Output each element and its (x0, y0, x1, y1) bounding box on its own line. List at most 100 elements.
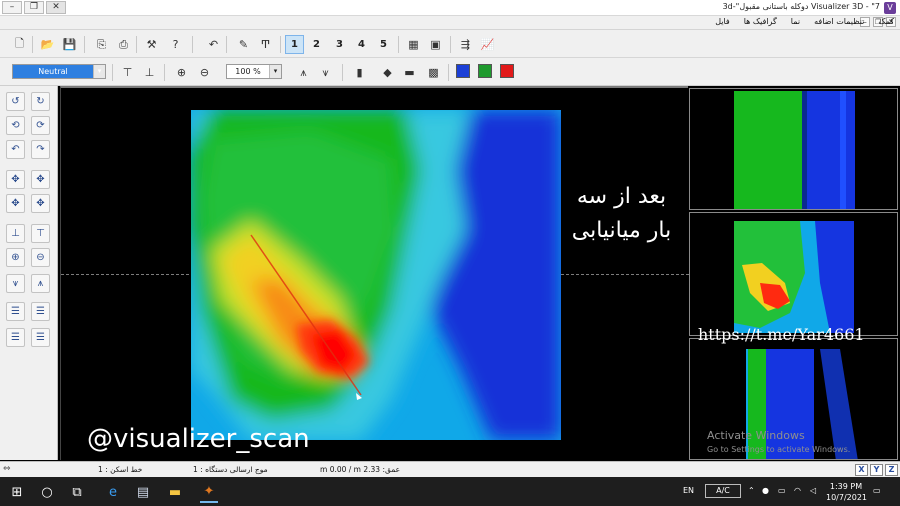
rotate-y-right-icon[interactable]: ↷ (31, 140, 50, 159)
view-1-button[interactable]: 1 (285, 35, 304, 54)
task-view-icon[interactable]: ⧉ (68, 483, 86, 501)
red-color-swatch[interactable] (500, 64, 514, 78)
side-view-top[interactable] (689, 88, 898, 210)
menu-extra-settings[interactable]: تنظیمات اضافه (814, 17, 864, 26)
filter-icon[interactable]: ✎ (234, 35, 253, 54)
print-icon[interactable]: ⎙ (114, 35, 133, 54)
view-2-button[interactable]: 2 (307, 35, 326, 54)
slice-icon[interactable]: ▬ (400, 63, 419, 82)
view-4-button[interactable]: 4 (352, 35, 371, 54)
layer-right-icon[interactable]: ☰ (31, 328, 50, 347)
rotate-x-left-icon[interactable]: ⟲ (6, 116, 25, 135)
text-tool-icon[interactable]: Ͳ (256, 35, 275, 54)
green-color-swatch[interactable] (478, 64, 492, 78)
main-3d-view[interactable]: بعد از سه بار میانیابی @visualizer_scan (60, 86, 689, 460)
decrease-contrast-icon[interactable]: ⩛ (316, 63, 335, 82)
cursor-icon: ⇔ (3, 464, 11, 474)
watermark-text: @visualizer_scan (87, 424, 310, 454)
export-icon[interactable]: ⎘ (92, 35, 111, 54)
palette-select[interactable]: Neutral ▾ (12, 64, 106, 79)
layer-up-icon[interactable]: ☰ (31, 302, 50, 321)
increase-contrast-icon[interactable]: ⩚ (294, 63, 313, 82)
side-view-middle[interactable] (689, 212, 898, 336)
window-title: Visualizer 3D - "7 دوکله باستانی مقبول"-… (722, 2, 880, 11)
rotate-x-right-icon[interactable]: ⟳ (31, 116, 50, 135)
minimize-button[interactable]: – (2, 1, 22, 14)
zoom-in-icon[interactable]: ⊕ (172, 63, 191, 82)
scan-icon[interactable]: ⇶ (456, 35, 475, 54)
file-explorer-icon[interactable]: ▬ (166, 483, 184, 501)
status-bar: ⇔ خط اسکن : 1 موج ارسالی دستگاه : 1 عمق:… (0, 461, 900, 477)
move-right-icon[interactable]: ✥ (31, 170, 50, 189)
move-left-icon[interactable]: ✥ (6, 170, 25, 189)
telegram-link[interactable]: https://t.me/Yar4661 (698, 325, 865, 344)
help-icon[interactable]: ? (166, 35, 185, 54)
volume-icon[interactable]: ◁ (810, 486, 816, 495)
title-bar: – ❐ ✕ Visualizer 3D - "7 دوکله باستانی م… (0, 0, 900, 16)
rotate-left-icon[interactable]: ↺ (6, 92, 25, 111)
activate-windows-title: Activate Windows (707, 429, 805, 442)
menu-file[interactable]: فایل (715, 17, 730, 26)
blue-color-swatch[interactable] (456, 64, 470, 78)
system-clock[interactable]: 1:39 PM 10/7/2021 (826, 481, 868, 503)
menu-graphics[interactable]: گرافیک ها (744, 17, 777, 26)
visualizer-app-icon[interactable]: ✦ (200, 481, 218, 503)
move-up-icon[interactable]: ⊤ (118, 63, 137, 82)
scan-heatmap-image[interactable] (191, 110, 561, 440)
plane-icon[interactable]: ◆ (378, 63, 397, 82)
save-icon[interactable]: 💾 (60, 35, 79, 54)
view-3-button[interactable]: 3 (330, 35, 349, 54)
wifi-icon[interactable]: ◠ (794, 486, 801, 495)
search-icon[interactable]: ○ (38, 483, 56, 501)
new-file-icon[interactable]: 🗋 (10, 35, 29, 54)
window-controls: – ❐ ✕ (2, 1, 66, 14)
contrast-up-icon[interactable]: ⩚ (31, 274, 50, 293)
chevron-up-icon[interactable]: ⌃ (748, 486, 755, 495)
cube-icon[interactable]: ▩ (424, 63, 443, 82)
axis-x-button[interactable]: X (855, 464, 868, 476)
menu-bar: – ❐ ✕ فایل گرافیک ها نما تنظیمات اضافه ک… (0, 16, 900, 30)
language-indicator[interactable]: EN (683, 486, 694, 495)
zoom-select[interactable]: 100 % ▾ (226, 64, 282, 79)
overlay-caption: بعد از سه بار میانیابی (559, 180, 684, 248)
app-icon: V (884, 2, 896, 14)
move-down-icon[interactable]: ⊥ (140, 63, 159, 82)
rotate-y-left-icon[interactable]: ↶ (6, 140, 25, 159)
graph-icon[interactable]: 📈 (478, 35, 497, 54)
axis-y-button[interactable]: Y (870, 464, 883, 476)
zoom-out-icon[interactable]: ⊖ (31, 248, 50, 267)
close-button[interactable]: ✕ (46, 1, 66, 14)
move-down-icon[interactable]: ✥ (31, 194, 50, 213)
zoom-out-icon[interactable]: ⊖ (195, 63, 214, 82)
image-view-icon[interactable]: ▣ (426, 35, 445, 54)
battery-icon[interactable]: ▭ (778, 486, 786, 495)
overlay-caption-line2: بار میانیابی (571, 218, 672, 243)
rotate-right-icon[interactable]: ↻ (31, 92, 50, 111)
edge-browser-icon[interactable]: e (104, 483, 122, 501)
maximize-button[interactable]: ❐ (24, 1, 44, 14)
layer-down-icon[interactable]: ☰ (6, 302, 25, 321)
grid-view-icon[interactable]: ▦ (404, 35, 423, 54)
clock-date: 10/7/2021 (826, 493, 868, 502)
microphone-icon[interactable]: ● (762, 486, 769, 495)
toolbar-main: 🗋 📂 💾 ⎘ ⎙ ⚒ ? ↶ ✎ Ͳ 1 2 3 4 5 ▦ ▣ ⇶ 📈 (0, 30, 900, 58)
menu-help[interactable]: کمک (878, 17, 894, 26)
menu-view[interactable]: نما (791, 17, 800, 26)
status-device-mode: موج ارسالی دستگاه : 1 (193, 465, 268, 474)
layer-icon[interactable]: ▮ (350, 63, 369, 82)
ac-indicator[interactable]: A/C (705, 484, 741, 498)
network-app-icon[interactable]: ▤ (134, 483, 152, 501)
level-up-icon[interactable]: ⊤ (31, 224, 50, 243)
layer-left-icon[interactable]: ☰ (6, 328, 25, 347)
windows-start-icon[interactable]: ⊞ (8, 483, 26, 501)
level-down-icon[interactable]: ⊥ (6, 224, 25, 243)
move-up-icon[interactable]: ✥ (6, 194, 25, 213)
undo-icon[interactable]: ↶ (204, 35, 223, 54)
tools-icon[interactable]: ⚒ (142, 35, 161, 54)
open-folder-icon[interactable]: 📂 (38, 35, 57, 54)
axis-z-button[interactable]: Z (885, 464, 898, 476)
notification-icon[interactable]: ▭ (873, 486, 881, 495)
zoom-in-icon[interactable]: ⊕ (6, 248, 25, 267)
view-5-button[interactable]: 5 (374, 35, 393, 54)
contrast-down-icon[interactable]: ⩛ (6, 274, 25, 293)
